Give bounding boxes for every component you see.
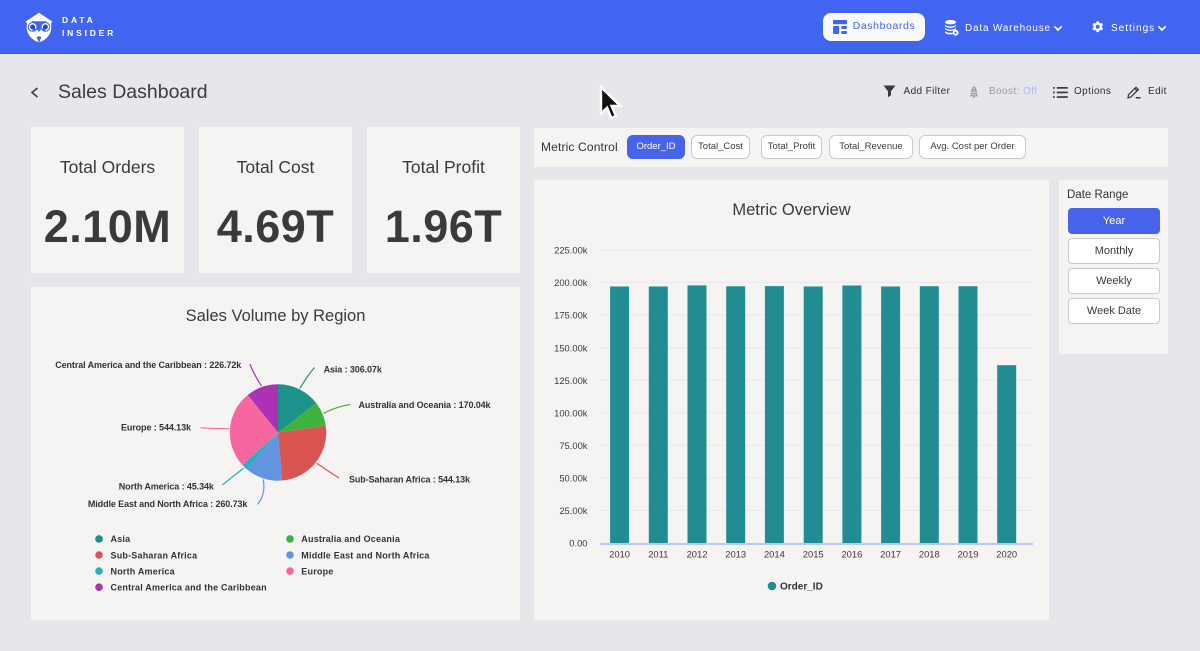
svg-text:75.00k: 75.00k xyxy=(559,440,587,451)
svg-text:2011: 2011 xyxy=(648,549,668,560)
svg-text:2016: 2016 xyxy=(841,549,862,560)
svg-text:200.00k: 200.00k xyxy=(554,277,588,288)
svg-text:Order_ID: Order_ID xyxy=(780,581,823,592)
svg-text:Australia and Oceania : 170.04: Australia and Oceania : 170.04k xyxy=(359,400,492,410)
svg-text:2017: 2017 xyxy=(880,549,901,560)
svg-text:Sub-Saharan Africa: Sub-Saharan Africa xyxy=(111,550,199,560)
svg-text:Europe : 544.13k: Europe : 544.13k xyxy=(121,423,192,433)
svg-text:100.00k: 100.00k xyxy=(554,407,588,418)
svg-text:2013: 2013 xyxy=(725,549,746,560)
svg-text:25.00k: 25.00k xyxy=(559,505,587,516)
svg-text:2012: 2012 xyxy=(687,549,708,560)
svg-text:Middle East and North Africa :: Middle East and North Africa : 260.73k xyxy=(88,499,249,509)
svg-text:Central America and the Caribb: Central America and the Caribbean xyxy=(111,583,267,593)
svg-text:Asia : 306.07k: Asia : 306.07k xyxy=(324,364,383,374)
svg-text:Middle East and North Africa: Middle East and North Africa xyxy=(301,550,430,560)
svg-text:North America: North America xyxy=(111,566,176,576)
svg-text:225.00k: 225.00k xyxy=(554,245,588,256)
svg-text:50.00k: 50.00k xyxy=(559,473,587,484)
svg-text:2020: 2020 xyxy=(996,549,1017,560)
svg-text:Europe: Europe xyxy=(301,566,333,576)
svg-text:150.00k: 150.00k xyxy=(554,342,588,353)
svg-text:North America : 45.34k: North America : 45.34k xyxy=(119,482,215,492)
svg-text:175.00k: 175.00k xyxy=(554,310,588,321)
svg-text:2014: 2014 xyxy=(764,549,785,560)
svg-text:2010: 2010 xyxy=(609,549,630,560)
svg-text:2015: 2015 xyxy=(803,549,824,560)
svg-text:2018: 2018 xyxy=(919,549,940,560)
svg-text:Australia and Oceania: Australia and Oceania xyxy=(301,534,401,544)
svg-text:Sub-Saharan Africa : 544.13k: Sub-Saharan Africa : 544.13k xyxy=(349,475,471,485)
svg-text:Central America and the Caribb: Central America and the Caribbean : 226.… xyxy=(55,360,242,370)
svg-text:Asia: Asia xyxy=(111,534,132,544)
svg-text:2019: 2019 xyxy=(958,549,979,560)
svg-text:0.00: 0.00 xyxy=(569,538,587,549)
svg-text:125.00k: 125.00k xyxy=(554,375,588,386)
